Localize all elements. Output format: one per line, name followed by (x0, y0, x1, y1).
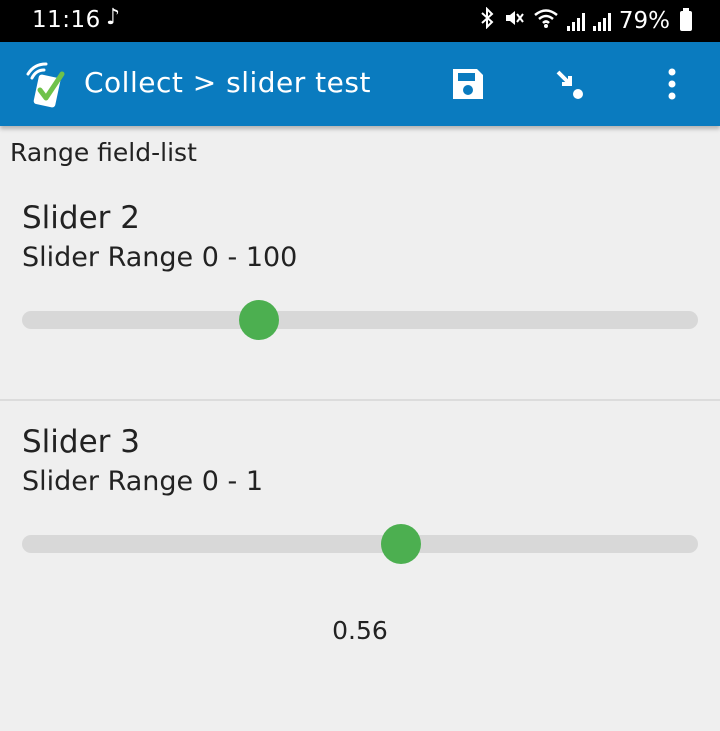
question-title: Slider 3 (22, 424, 140, 460)
battery-icon (680, 7, 692, 31)
slider-value-label: 0.56 (332, 616, 388, 645)
question-slider-3: Slider 3 Slider Range 0 - 1 0.56 (0, 420, 720, 680)
app-title: Collect > slider test (84, 66, 371, 99)
battery-percent: 79% (618, 7, 670, 34)
question-slider-2: Slider 2 Slider Range 0 - 100 (0, 196, 720, 398)
mute-icon (503, 7, 525, 34)
app-bar: Collect > slider test (0, 42, 720, 126)
more-vert-icon (668, 68, 676, 100)
status-icons: 79% (479, 6, 692, 34)
collect-logo-icon (24, 60, 68, 108)
jump-to-icon (556, 70, 583, 99)
wifi-icon (533, 7, 559, 34)
range-slider[interactable] (22, 524, 698, 564)
question-title: Slider 2 (22, 200, 140, 236)
slider-track[interactable] (22, 311, 698, 329)
save-button[interactable] (444, 60, 492, 108)
divider (0, 399, 720, 401)
bluetooth-icon (479, 6, 495, 34)
signal-icon (592, 11, 611, 31)
signal-icon (566, 11, 585, 31)
question-hint: Slider Range 0 - 100 (22, 242, 298, 273)
group-label: Range field-list (10, 138, 197, 167)
save-icon (453, 69, 483, 99)
slider-thumb[interactable] (380, 524, 421, 564)
range-slider[interactable] (22, 300, 698, 340)
more-options-button[interactable] (648, 60, 696, 108)
status-bar: 11:16 ♪ 79% (0, 0, 720, 42)
question-hint: Slider Range 0 - 1 (22, 466, 263, 497)
music-note-icon: ♪ (106, 5, 121, 30)
slider-thumb[interactable] (238, 300, 279, 340)
slider-track[interactable] (22, 535, 698, 553)
jump-to-button[interactable] (546, 60, 594, 108)
status-time: 11:16 (32, 7, 101, 33)
